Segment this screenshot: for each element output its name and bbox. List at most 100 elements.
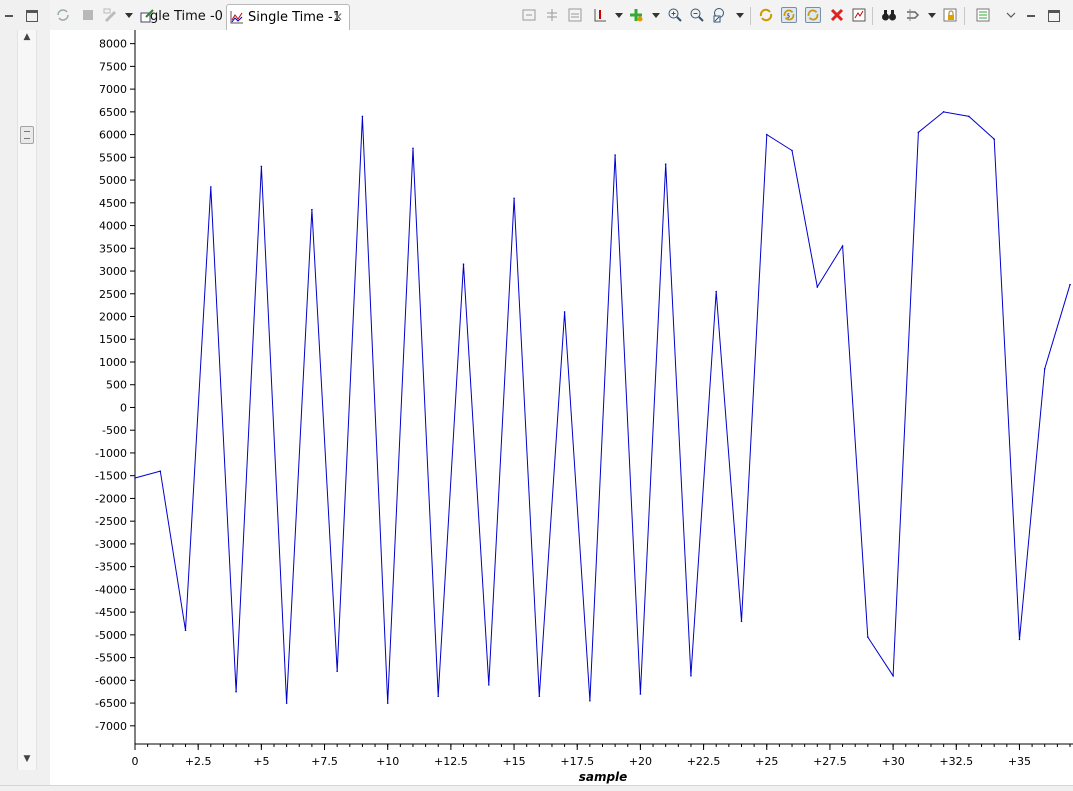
zoom-reset-icon[interactable] <box>712 7 728 23</box>
y-tick-label: 1000 <box>99 356 127 369</box>
data-point <box>665 163 667 165</box>
x-tick-label: +32.5 <box>939 755 973 768</box>
y-tick-label: 7000 <box>99 83 127 96</box>
y-tick-label: -1500 <box>95 470 127 483</box>
data-point <box>286 702 288 704</box>
sync-icon[interactable] <box>758 7 774 23</box>
fit-vertical-icon[interactable] <box>544 7 560 23</box>
graph-settings-icon[interactable] <box>851 7 867 23</box>
x-tick-label: +22.5 <box>687 755 721 768</box>
fit-horizontal-icon[interactable] <box>521 7 537 23</box>
y-tick-label: -6500 <box>95 697 127 710</box>
find-icon[interactable] <box>881 7 897 23</box>
data-point <box>589 700 591 702</box>
tab-single-time-1[interactable]: Single Time -1 ✕ <box>226 4 350 30</box>
data-point <box>918 132 920 134</box>
x-tick-label: +27.5 <box>813 755 847 768</box>
clear-icon[interactable] <box>829 7 845 23</box>
y-tick-label: -6000 <box>95 674 127 687</box>
y-tick-label: -5500 <box>95 652 127 665</box>
data-point <box>513 197 515 199</box>
data-point <box>867 636 869 638</box>
minimize-icon[interactable] <box>1025 10 1037 22</box>
y-tick-label: 500 <box>106 379 127 392</box>
y-tick-label: 7500 <box>99 60 127 73</box>
x-tick-label: +10 <box>376 755 399 768</box>
x-tick-label: +17.5 <box>560 755 594 768</box>
refresh-toggle-icon[interactable] <box>805 7 821 23</box>
data-point <box>1019 639 1021 641</box>
close-tab-icon[interactable]: ✕ <box>333 5 343 30</box>
data-point <box>715 291 717 293</box>
x-tick-label: +35 <box>1008 755 1031 768</box>
time-chart[interactable]: 8000750070006500600055005000450040003500… <box>50 30 1073 790</box>
data-point <box>564 311 566 313</box>
data-point <box>387 702 389 704</box>
x-tick-label: 0 <box>132 755 139 768</box>
y-tick-label: -1000 <box>95 447 127 460</box>
data-point <box>488 684 490 686</box>
fit-all-icon[interactable] <box>567 7 583 23</box>
edit-dropdown-icon[interactable] <box>125 13 133 18</box>
marker-dropdown-icon[interactable] <box>615 13 623 18</box>
add-trace-icon[interactable] <box>628 7 644 23</box>
data-point <box>261 166 263 168</box>
toolbar-separator <box>872 7 873 25</box>
maximize-icon[interactable] <box>1048 10 1060 22</box>
lock-icon[interactable] <box>942 7 958 23</box>
y-tick-label: -7000 <box>95 720 127 733</box>
tab-single-time-0[interactable]: gle Time -0 <box>140 4 227 29</box>
toolbar-separator <box>750 7 751 25</box>
auto-refresh-icon[interactable]: $ <box>781 7 797 23</box>
stop-icon[interactable] <box>80 7 96 23</box>
zoom-in-icon[interactable] <box>667 7 683 23</box>
scroll-down-icon[interactable]: ▼ <box>18 752 36 766</box>
data-point <box>134 477 136 479</box>
y-tick-label: 6000 <box>99 129 127 142</box>
edit-icon[interactable] <box>102 7 118 23</box>
view-list-icon[interactable] <box>975 7 991 23</box>
x-tick-label: +20 <box>629 755 652 768</box>
data-point <box>437 695 439 697</box>
zoom-out-icon[interactable] <box>689 7 705 23</box>
data-point <box>993 138 995 140</box>
minimize-icon[interactable] <box>3 10 15 22</box>
data-point <box>463 263 465 265</box>
step-dropdown-icon[interactable] <box>928 13 936 18</box>
vertical-scrollbar[interactable]: ▲ ▼ <box>17 30 37 770</box>
data-point <box>311 209 313 211</box>
graph-icon <box>230 10 244 24</box>
status-strip <box>0 785 1073 791</box>
zoom-dropdown-icon[interactable] <box>736 13 744 18</box>
data-point <box>362 116 364 118</box>
x-tick-label: +30 <box>881 755 904 768</box>
data-point <box>336 670 338 672</box>
y-tick-label: -2000 <box>95 492 127 505</box>
data-point <box>539 695 541 697</box>
view-menu-icon[interactable] <box>1003 7 1019 23</box>
y-tick-label: 3000 <box>99 265 127 278</box>
y-tick-label: 5000 <box>99 174 127 187</box>
y-tick-label: -500 <box>102 424 127 437</box>
data-point <box>791 150 793 152</box>
add-trace-dropdown-icon[interactable] <box>652 13 660 18</box>
refresh-icon[interactable] <box>55 7 71 23</box>
view-tab-bar: gle Time -0 Single Time -1 ✕ $ <box>50 0 1073 31</box>
restore-icon[interactable] <box>26 10 38 22</box>
step-icon[interactable] <box>905 7 921 23</box>
y-tick-label: -4500 <box>95 606 127 619</box>
data-point <box>968 116 970 118</box>
y-tick-label: 0 <box>120 401 127 414</box>
data-point <box>235 691 237 693</box>
scroll-up-icon[interactable]: ▲ <box>18 30 36 44</box>
marker-icon[interactable] <box>592 7 608 23</box>
x-tick-label: +5 <box>253 755 269 768</box>
y-tick-label: 6500 <box>99 106 127 119</box>
tab-label: gle Time -0 <box>150 4 223 29</box>
y-tick-label: 8000 <box>99 38 127 51</box>
data-point <box>210 186 212 188</box>
scrollbar-thumb[interactable] <box>20 126 34 144</box>
x-axis-label: sample <box>579 770 628 784</box>
y-tick-label: -2500 <box>95 515 127 528</box>
data-point <box>892 675 894 677</box>
